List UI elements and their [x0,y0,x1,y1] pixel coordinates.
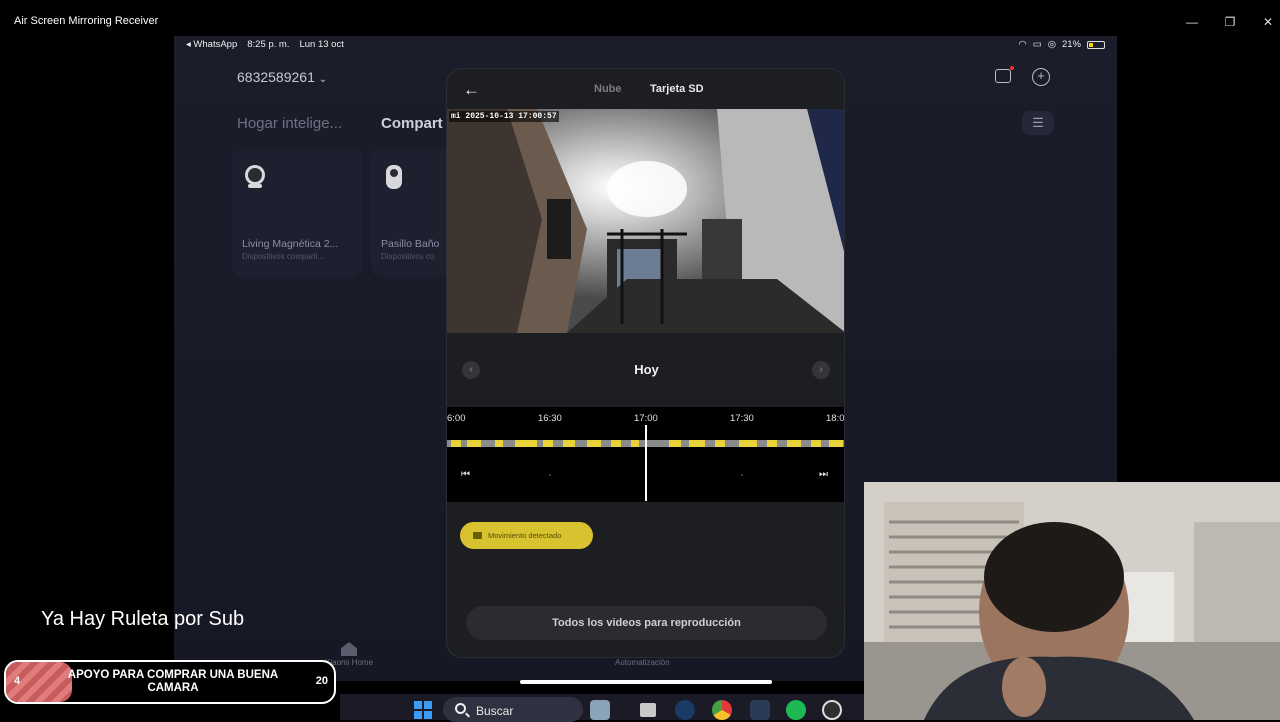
goal-label: APOYO PARA COMPRAR UNA BUENA CAMARA [67,669,279,694]
minimize-icon[interactable]: — [1182,12,1202,32]
device-name: Pasillo Baño [381,238,440,250]
ios-home-indicator[interactable] [520,680,772,684]
search-icon [455,703,466,714]
steam-icon[interactable] [675,700,695,720]
close-icon[interactable]: ✕ [1258,12,1278,32]
camera-playback-modal: ← Nube Tarjeta SD mi 2025-10-13 17:00:57… [446,68,845,658]
video-timestamp: mi 2025-10-13 17:00:57 [449,111,559,122]
lock-rotation-icon: ◎ [1047,39,1056,50]
window-titlebar: Air Screen Mirroring Receiver — ❐ ✕ [0,0,1280,36]
tab-shared[interactable]: Compart [381,115,443,132]
day-label: Hoy [634,362,659,377]
account-selector[interactable]: 6832589261 ⌄ [237,69,327,85]
motion-segment [715,440,725,447]
back-to-app-link[interactable]: ◂ WhatsApp [186,39,237,50]
all-videos-button[interactable]: Todos los videos para reproducción [466,606,827,640]
screen-mirror-icon: ▭ [1032,39,1042,50]
device-name: Living Magnética 2... [242,238,339,250]
camera-device-icon [245,165,265,188]
status-time: 8:25 p. m. [247,39,290,50]
timeline-label: 16:30 [538,413,562,424]
motion-segment [767,440,777,447]
webcam-image [864,482,1280,720]
segment-sd-card[interactable]: Tarjeta SD [650,83,704,95]
timeline-label: 17:00 [634,413,658,424]
battery-percent: 21% [1061,39,1081,50]
motion-segment [467,440,481,447]
motion-detected-filter[interactable]: Movimiento detectado [460,522,593,549]
motion-segment [669,440,681,447]
back-arrow-icon[interactable]: ← [463,80,480,100]
timeline-dot [741,474,743,476]
room-scene-image [447,109,844,333]
skip-back-icon[interactable]: ⏮ [461,469,470,480]
playhead[interactable] [645,425,647,501]
notification-dot [1010,66,1014,70]
obs-icon[interactable] [822,700,842,720]
device-card[interactable]: Living Magnética 2... Dispositivos compa… [232,149,362,277]
next-day-icon[interactable]: › [812,361,830,379]
camera-device-icon [386,165,402,189]
messages-icon[interactable] [995,66,1014,83]
spotify-icon[interactable] [786,700,806,720]
motion-segment [631,440,639,447]
motion-segment [495,440,503,447]
camera-video-feed[interactable]: mi 2025-10-13 17:00:57 [447,109,844,333]
game-launcher-icon[interactable] [750,700,770,720]
timeline-dot [549,474,551,476]
motion-segment [587,440,601,447]
goal-target: 20 [315,675,328,687]
motion-segment [787,440,801,447]
account-id: 6832589261 [237,69,315,85]
timeline-label: 17:30 [730,413,754,424]
motion-segment [563,440,575,447]
chevron-down-icon: ⌄ [318,74,328,85]
restore-icon[interactable]: ❐ [1220,12,1240,32]
recording-timeline[interactable]: 6:00 16:30 17:00 17:30 18:0 ⏮ ⏭ [447,407,845,502]
webcam-overlay [864,482,1280,720]
battery-icon [1087,40,1105,49]
device-sub: Dispositivos comparti... [242,252,325,261]
day-selector: ‹ Hoy › [447,349,844,389]
motion-label: Movimiento detectado [488,531,562,540]
status-date: Lun 13 oct [299,39,344,50]
timeline-label: 18:0 [826,413,845,424]
app-icon[interactable] [590,700,610,720]
windows-start-icon[interactable] [414,701,432,719]
tab-smart-home[interactable]: Hogar intelige... [237,115,342,132]
wifi-icon: ◠ [1018,39,1027,50]
file-explorer-icon[interactable] [640,703,656,717]
ios-statusbar: ◂ WhatsApp 8:25 p. m. Lun 13 oct ◠ ▭ ◎ 2… [174,36,1117,54]
motion-segment [811,440,821,447]
device-sub: Dispositivos co [381,252,435,261]
timeline-label: 6:00 [447,413,466,424]
motion-icon [473,532,482,539]
search-placeholder: Buscar [476,704,514,718]
skip-forward-icon[interactable]: ⏭ [819,469,828,480]
motion-segment [739,440,757,447]
motion-segment [611,440,621,447]
goal-current: 4 [14,675,21,687]
motion-segment [689,440,705,447]
motion-segment [829,440,843,447]
menu-icon[interactable]: ☰ [1022,111,1054,135]
donation-goal-bar: 4 APOYO PARA COMPRAR UNA BUENA CAMARA 20 [4,660,336,704]
motion-segment [543,440,553,447]
timestamp-text: 2025-10-13 17:00:57 [465,112,557,121]
segment-cloud[interactable]: Nube [594,83,622,95]
motion-segment [515,440,537,447]
chrome-icon[interactable] [712,700,732,720]
add-icon[interactable]: + [1032,68,1050,86]
window-title: Air Screen Mirroring Receiver [14,15,159,27]
bottom-tab-automation[interactable]: Automatización [615,658,670,667]
motion-segment [451,440,461,447]
ruleta-overlay-text: Ya Hay Ruleta por Sub [41,608,245,630]
taskbar-search[interactable]: Buscar [443,697,583,722]
